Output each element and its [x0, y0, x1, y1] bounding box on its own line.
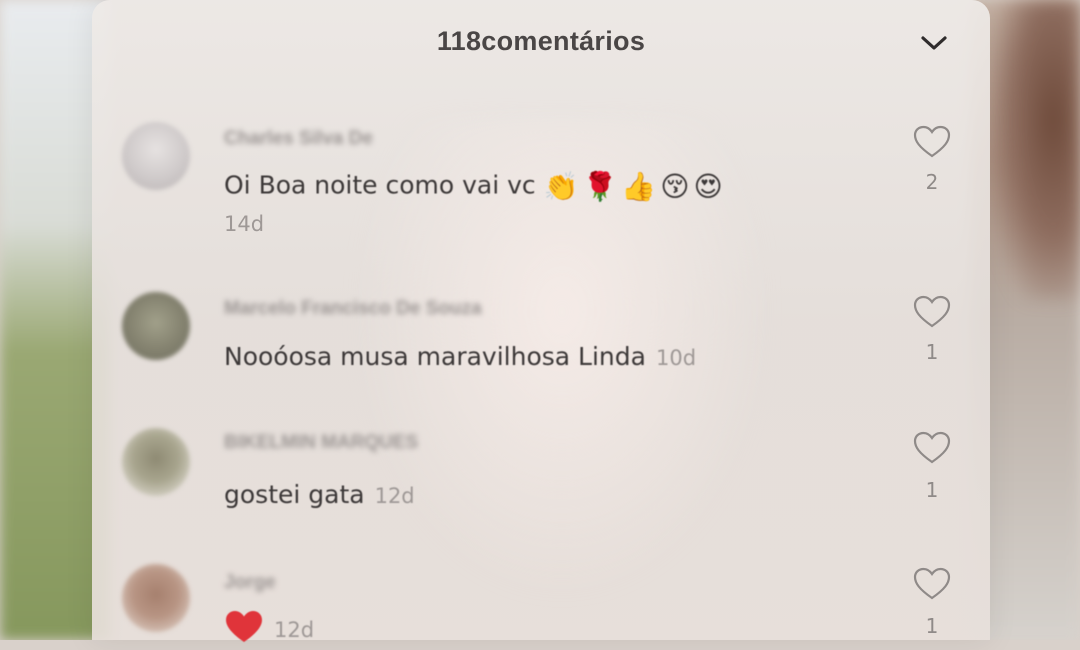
comment-username[interactable]: Marcelo Francisco De Souza: [224, 298, 482, 320]
heart-outline-icon: [913, 125, 951, 158]
avatar[interactable]: [122, 428, 190, 496]
comment-text: Oi Boa noite como vai vc 👏🌹👍😚😍: [224, 170, 727, 203]
comments-count-title: 118comentários: [436, 26, 646, 56]
comment-time: 14d: [224, 212, 265, 236]
heart-outline-icon: [913, 295, 951, 328]
comment-time: 12d: [274, 618, 315, 642]
like-count: 1: [925, 614, 939, 638]
comment-username[interactable]: BIKELMIN MARQUES: [224, 432, 418, 454]
comment-text: gostei gata 12d: [224, 480, 415, 509]
comment-item: Charles Silva De Oi Boa noite como vai v…: [92, 118, 990, 248]
comment-emojis: 👏🌹👍😚😍: [543, 170, 727, 203]
like-button[interactable]: [912, 430, 952, 466]
avatar[interactable]: [122, 122, 190, 190]
like-button[interactable]: [912, 124, 952, 160]
comment-body: Oi Boa noite como vai vc: [224, 170, 536, 200]
like-count: 1: [925, 478, 939, 502]
comments-sheet: 118comentários Charles Silva De Oi Boa n…: [92, 0, 990, 642]
comment-item: Jorge 12d 1: [92, 560, 990, 642]
comment-body: Nooóosa musa maravilhosa Linda: [224, 342, 646, 371]
like-count: 1: [925, 340, 939, 364]
like-button[interactable]: [912, 566, 952, 602]
chevron-down-icon: [921, 36, 947, 50]
heart-outline-icon: [913, 567, 951, 600]
comment-time: 12d: [374, 484, 415, 508]
comment-item: BIKELMIN MARQUES gostei gata 12d 1: [92, 424, 990, 534]
like-count: 2: [925, 170, 939, 194]
heart-outline-icon: [913, 431, 951, 464]
red-heart-icon: [224, 610, 264, 650]
comment-time: 10d: [655, 346, 697, 370]
close-comments-button[interactable]: [916, 28, 952, 58]
like-button[interactable]: [912, 294, 952, 330]
comment-item: Marcelo Francisco De Souza Nooóosa musa …: [92, 290, 990, 400]
comment-text: 12d: [224, 610, 314, 650]
avatar[interactable]: [122, 292, 190, 360]
backdrop-right-shadow: [990, 0, 1080, 300]
avatar[interactable]: [122, 564, 190, 632]
comment-username[interactable]: Charles Silva De: [224, 128, 373, 150]
comment-username[interactable]: Jorge: [224, 572, 276, 594]
comment-body: gostei gata: [224, 480, 365, 509]
comment-text: Nooóosa musa maravilhosa Linda 10d: [224, 342, 696, 371]
